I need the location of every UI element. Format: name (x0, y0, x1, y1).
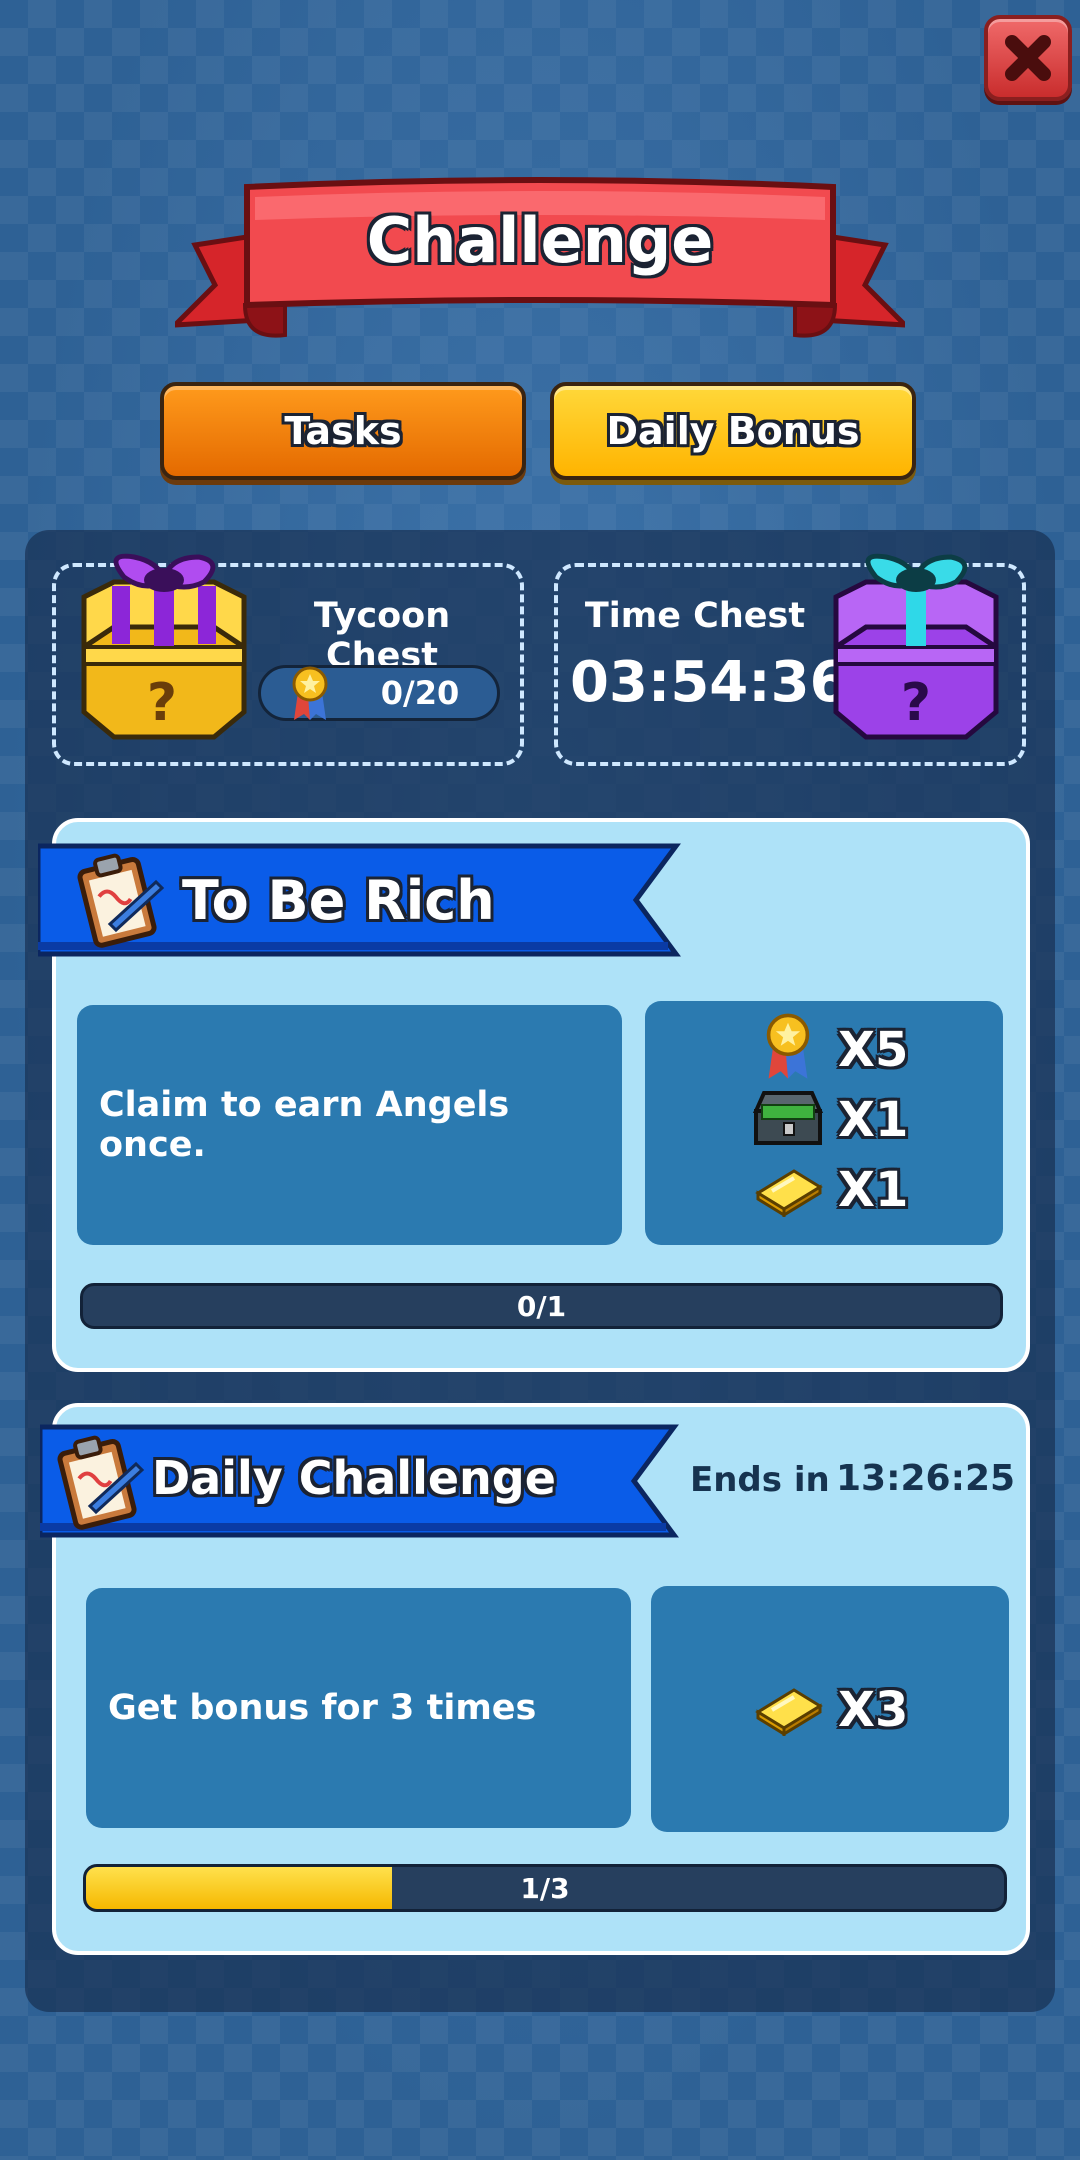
medal-icon (292, 666, 328, 720)
svg-text:?: ? (901, 673, 931, 733)
tycoon-gift-icon: ? (81, 553, 247, 740)
tab-daily-bonus[interactable]: Daily Bonus (550, 382, 916, 480)
time-chest-countdown: 03:54:36 (570, 650, 849, 715)
daily-progress-bar: 1/3 (83, 1864, 1007, 1912)
daily-rewards-box (651, 1586, 1009, 1832)
svg-text:?: ? (147, 673, 177, 733)
cash-chest-icon (752, 1091, 824, 1145)
task-title: To Be Rich (182, 868, 495, 932)
tycoon-chest-title: Tycoon Chest (313, 596, 451, 676)
clipboard-icon (57, 1435, 145, 1530)
clipboard-icon (77, 853, 165, 948)
daily-title: Daily Challenge (152, 1451, 556, 1505)
daily-progress-text: 1/3 (520, 1871, 570, 1905)
tycoon-progress-text: 0/20 (380, 674, 460, 712)
task-description: Claim to earn Angels once. (99, 1085, 510, 1165)
task-progress-bar: 0/1 (80, 1283, 1003, 1329)
reward-qty-medal: X5 (838, 1022, 909, 1078)
tab-tasks[interactable]: Tasks (160, 382, 526, 480)
medal-icon (766, 1013, 810, 1079)
gold-bar-icon (755, 1169, 823, 1217)
daily-ends-time: 13:26:25 (836, 1458, 1016, 1499)
close-button[interactable] (984, 15, 1072, 101)
reward-qty-cash: X1 (838, 1092, 909, 1148)
reward-qty-gold: X1 (838, 1162, 909, 1218)
daily-description: Get bonus for 3 times (108, 1688, 537, 1728)
time-chest-title: Time Chest (584, 596, 806, 636)
task-description-box: Claim to earn Angels once. (77, 1005, 622, 1245)
daily-description-box: Get bonus for 3 times (86, 1588, 631, 1828)
task-progress-text: 0/1 (516, 1289, 567, 1323)
daily-ends-label: Ends in (690, 1460, 830, 1500)
gold-bar-icon (755, 1688, 823, 1736)
page-title: Challenge (366, 203, 714, 277)
time-gift-icon: ? (833, 553, 999, 740)
reward-qty-gold-daily: X3 (838, 1682, 909, 1738)
close-icon (1005, 35, 1051, 81)
